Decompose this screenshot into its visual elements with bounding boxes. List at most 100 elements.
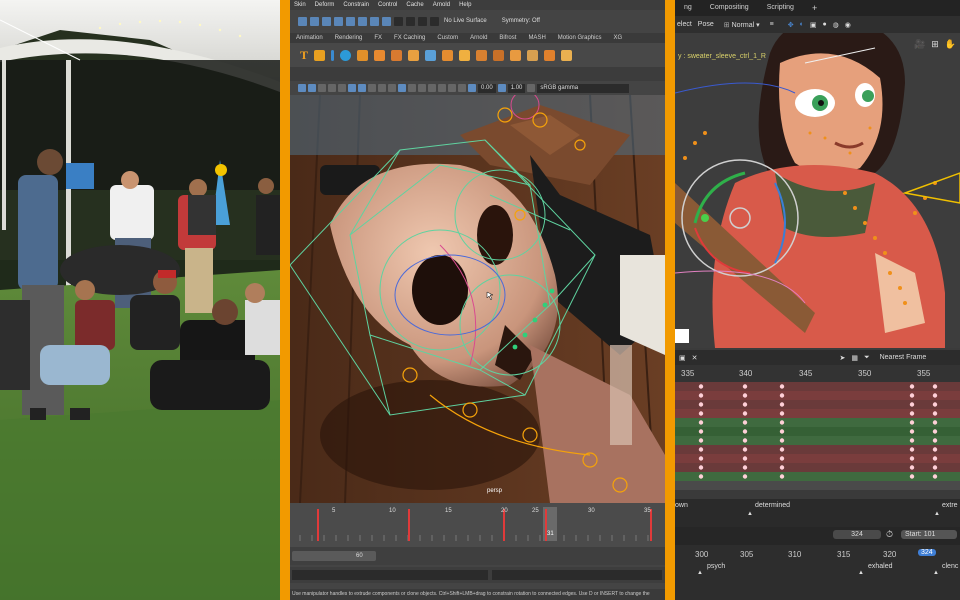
view-transform-icon[interactable] (527, 84, 536, 92)
marker-label[interactable]: clenc (942, 563, 958, 570)
blend-mode-dropdown[interactable]: ⊞ Normal ▾ (724, 21, 760, 29)
dopesheet-editor-icon[interactable]: ▣ (679, 354, 686, 362)
film-gate-icon[interactable] (328, 84, 336, 92)
shelf-tab-fx[interactable]: FX (374, 35, 382, 41)
grid-icon[interactable] (318, 84, 326, 92)
network-icon[interactable] (476, 49, 488, 61)
pose-menu[interactable]: Pose (698, 21, 714, 28)
menu-control[interactable]: Control (378, 2, 397, 8)
shelf-tab-xgen[interactable]: XG (613, 35, 622, 41)
explode-icon[interactable] (510, 49, 522, 61)
wireframe-icon[interactable] (348, 84, 356, 92)
shelf-tab-arnold[interactable]: Arnold (470, 35, 487, 41)
playhead-frame[interactable]: 324 (918, 549, 936, 556)
marker-label[interactable]: determined (755, 502, 790, 509)
dopesheet-markers[interactable]: own ▲ determined ▲ extre (675, 499, 960, 527)
effector-icon[interactable] (408, 49, 420, 61)
menu-arnold[interactable]: Arnold (433, 2, 450, 8)
antialias-icon[interactable] (448, 84, 456, 92)
gizmo-icon[interactable]: ✥ (788, 21, 794, 29)
snap-point-icon[interactable] (322, 16, 331, 26)
snap-curve-icon[interactable] (310, 16, 319, 26)
shelf-tab-animation[interactable]: Animation (296, 35, 323, 41)
camera-view-icon[interactable]: 🎥 (914, 39, 925, 50)
lighting-icon[interactable] (378, 84, 386, 92)
snap-view-icon[interactable] (358, 16, 367, 26)
xray-icon[interactable] (408, 84, 416, 92)
maya-command-line[interactable] (290, 567, 665, 583)
snap-mode-dropdown[interactable]: Nearest Frame (880, 354, 927, 361)
smooth-shade-icon[interactable] (358, 84, 366, 92)
shelf-tab-fx-caching[interactable]: FX Caching (394, 35, 425, 41)
menu-help[interactable]: Help (459, 2, 471, 8)
marker-label[interactable]: exhaled (868, 563, 893, 570)
snap-surface-icon[interactable] (346, 16, 355, 26)
hand-pan-icon[interactable]: ✋ (945, 39, 956, 50)
dopesheet-frame-ruler[interactable]: 335 340 345 350 355 (675, 365, 960, 382)
select-menu[interactable]: elect (677, 21, 692, 28)
marker-triangle-icon[interactable]: ▲ (934, 511, 940, 517)
text-tool-icon[interactable]: T (300, 48, 308, 63)
maya-time-slider[interactable]: 5 10 15 20 25 30 35 31 (290, 503, 665, 547)
start-frame-field[interactable]: Start: 101 (901, 530, 957, 539)
live-surface-label[interactable]: No Live Surface (444, 18, 487, 24)
current-frame-field[interactable]: 324 (833, 530, 881, 539)
menu-skin[interactable]: Skin (294, 2, 306, 8)
marker-triangle-icon[interactable]: ▲ (697, 570, 703, 576)
key-filter-icon[interactable]: ▦ (851, 354, 858, 362)
camera-attr-icon[interactable] (298, 84, 306, 92)
range-slider-bar[interactable] (292, 551, 376, 561)
merge-icon[interactable] (527, 49, 539, 61)
cursor-select-icon[interactable]: ➤ (840, 354, 846, 362)
history-icon[interactable] (406, 16, 415, 26)
distribute-icon[interactable] (425, 49, 437, 61)
workspace-tab-scripting[interactable]: Scripting (758, 0, 803, 16)
gamma-icon[interactable] (497, 84, 506, 92)
funnel-icon[interactable]: ⏷ (864, 354, 870, 362)
overlay-icon[interactable]: ◐ (800, 21, 804, 28)
instancer-icon[interactable] (374, 49, 386, 61)
mel-input[interactable] (292, 570, 488, 580)
marker-triangle-icon[interactable]: ▲ (933, 570, 939, 576)
select-mode-icon[interactable] (370, 16, 379, 26)
exposure-field[interactable]: 0.00 (478, 83, 496, 93)
snap-plane-icon[interactable] (334, 16, 343, 26)
surface-icon[interactable] (430, 16, 439, 26)
shelf-tab-bifrost[interactable]: Bifrost (499, 35, 516, 41)
menu-cache[interactable]: Cache (406, 2, 423, 8)
gamma-field[interactable]: 1.00 (507, 83, 526, 93)
xray-toggle-icon[interactable]: ▣ (810, 21, 817, 29)
textured-icon[interactable] (368, 84, 376, 92)
trails-icon[interactable] (459, 49, 471, 61)
isolate-icon[interactable] (398, 84, 406, 92)
motion-blur-icon[interactable] (438, 84, 446, 92)
marker-triangle-icon[interactable]: ▲ (747, 511, 753, 517)
colorspace-dropdown[interactable]: sRGB gamma (537, 83, 630, 93)
shading-material-icon[interactable]: ◍ (833, 21, 839, 29)
shading-solid-icon[interactable]: ● (822, 21, 826, 28)
ssao-icon[interactable] (428, 84, 436, 92)
shelf-tab-rendering[interactable]: Rendering (335, 35, 363, 41)
menu-constrain[interactable]: Constrain (343, 2, 369, 8)
marker-label[interactable]: extre (942, 502, 958, 509)
current-frame-marker[interactable]: 31 (547, 531, 554, 537)
select-object-icon[interactable] (382, 16, 391, 26)
options-icon[interactable]: ≡ (770, 21, 774, 28)
shelf-tab-mash[interactable]: MASH (528, 35, 545, 41)
blender-3d-viewport[interactable]: y : sweater_sleeve_ctrl_1_R 🎥 ⊞ ✋ (675, 33, 960, 348)
dof-icon[interactable] (458, 84, 466, 92)
bookmark-icon[interactable] (308, 84, 316, 92)
grid-view-icon[interactable]: ⊞ (931, 39, 939, 50)
emitter-icon[interactable] (340, 49, 352, 61)
marker-triangle-icon[interactable]: ▲ (858, 570, 864, 576)
shelf-tab-motion-graphics[interactable]: Motion Graphics (558, 35, 602, 41)
exposure-icon[interactable] (468, 84, 476, 92)
viewport-sidebar-toggle[interactable] (675, 329, 689, 343)
mash-node-icon[interactable] (391, 49, 403, 61)
resolution-gate-icon[interactable] (338, 84, 346, 92)
make-live-icon[interactable] (394, 16, 403, 26)
symmetry-dropdown[interactable]: Symmetry: Off (502, 18, 540, 24)
workspace-tab-shading[interactable]: ng (675, 0, 701, 16)
marker-label[interactable]: own (675, 502, 688, 509)
stopwatch-icon[interactable]: ⏱ (886, 529, 893, 540)
